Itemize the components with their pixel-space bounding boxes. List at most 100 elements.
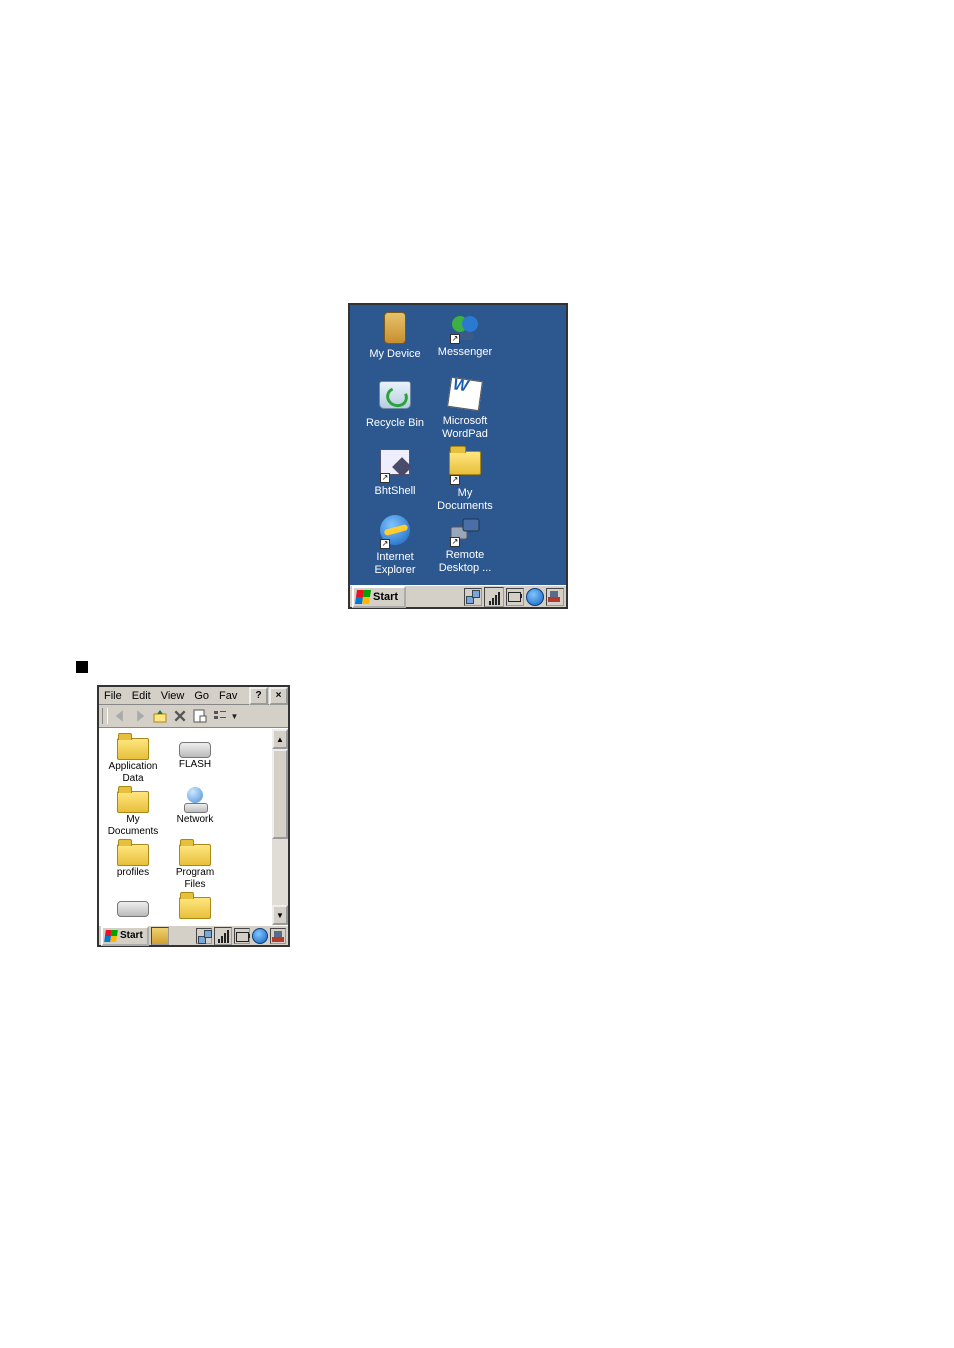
taskbar-app-slot[interactable] [151,927,169,945]
menu-view[interactable]: View [156,689,190,703]
folder-icon [117,738,149,760]
file-pane-wrap: Application DataFLASH My DocumentsNetwork… [99,728,288,925]
menu-go[interactable]: Go [189,689,214,703]
remote-icon: ↗ [448,513,482,547]
file-label: My Documents [103,814,163,838]
bullet-marker [76,661,88,673]
ie-tray-icon[interactable] [526,588,544,606]
close-button[interactable]: × [269,687,288,705]
views-dropdown[interactable]: ▼ [230,712,239,721]
folder-icon [117,844,149,866]
explorer-tray [196,927,286,945]
taskbar: Start [350,585,566,607]
explorer-window: File Edit View Go Fav ? × ▼ Appli [97,685,290,947]
network-tray-icon[interactable] [464,588,482,606]
drive-icon [117,901,149,917]
ie-tray-icon[interactable] [252,928,268,944]
desktop-icon-bhtshell[interactable]: ↗ BhtShell [360,445,430,498]
network-tray-icon[interactable] [196,928,212,944]
scroll-track[interactable] [272,749,288,905]
file-item-profiles[interactable]: profiles [103,840,163,879]
desktop-icon-messenger[interactable]: ↗ Messenger [430,310,500,359]
file-item-application-data[interactable]: Application Data [103,734,163,785]
file-pane[interactable]: Application DataFLASH My DocumentsNetwork… [99,729,272,925]
menu-edit[interactable]: Edit [127,689,156,703]
connection-tray-icon[interactable] [270,928,286,944]
up-button[interactable] [150,706,170,726]
vertical-scrollbar[interactable]: ▲ ▼ [272,729,288,925]
file-label: Network [165,814,225,826]
folder-icon [179,897,211,919]
delete-button[interactable] [170,706,190,726]
folder-icon [117,791,149,813]
file-item-folder-extra[interactable] [165,893,225,920]
menu-bar: File Edit View Go Fav ? × [99,687,288,705]
icon-label: Remote Desktop ... [430,549,500,575]
start-button[interactable]: Start [352,586,406,608]
explorer-taskbar: Start [99,925,288,945]
scroll-thumb[interactable] [272,749,288,839]
desktop-icon-recycle-bin[interactable]: Recycle Bin [360,377,430,430]
file-label: Application Data [103,761,163,785]
recycle-icon [378,381,412,415]
device-icon [378,312,412,346]
scroll-up-button[interactable]: ▲ [272,729,288,749]
bhtshell-icon: ↗ [378,449,412,483]
file-label: profiles [103,867,163,879]
shortcut-overlay-icon: ↗ [450,334,460,344]
icon-label: My Documents [430,487,500,513]
system-tray [464,587,564,607]
start-label: Start [120,930,143,941]
views-button[interactable] [210,706,230,726]
icon-label: My Device [360,348,430,361]
shortcut-overlay-icon: ↗ [450,475,460,485]
shortcut-overlay-icon: ↗ [450,537,460,547]
windows-flag-icon [104,930,118,942]
toolbar: ▼ [99,705,288,728]
icon-label: BhtShell [360,485,430,498]
file-item-my-documents-f[interactable]: My Documents [103,787,163,838]
folder-icon: ↗ [448,451,482,485]
desktop-area[interactable]: My Device ↗ Messenger Recycle BinMicrosoft … [350,305,566,585]
toolbar-gripper[interactable] [102,708,108,724]
desktop-window: My Device ↗ Messenger Recycle BinMicrosoft … [348,303,568,609]
folder-icon [179,844,211,866]
back-button[interactable] [110,706,130,726]
desktop-icon-internet-explorer[interactable]: ↗ Internet Explorer [360,513,430,577]
desktop-icon-my-device[interactable]: My Device [360,310,430,361]
help-button[interactable]: ? [249,687,268,705]
messenger-icon: ↗ [448,310,482,344]
desktop-icon-my-documents[interactable]: ↗ My Documents [430,445,500,513]
windows-flag-icon [355,590,371,604]
shortcut-overlay-icon: ↗ [380,539,390,549]
shortcut-overlay-icon: ↗ [380,473,390,483]
icon-label: Messenger [430,346,500,359]
file-item-program-files[interactable]: Program Files [165,840,225,891]
ie-icon: ↗ [378,515,412,549]
scroll-down-button[interactable]: ▼ [272,905,288,925]
file-label: Program Files [165,867,225,891]
file-item-drive-2[interactable] [103,893,163,918]
signal-tray-icon[interactable] [484,587,504,607]
menu-file[interactable]: File [99,689,127,703]
explorer-start-button[interactable]: Start [101,926,149,946]
file-item-network[interactable]: Network [165,787,225,826]
icon-label: Internet Explorer [360,551,430,577]
wordpad-icon [448,379,482,413]
forward-button[interactable] [130,706,150,726]
drive-icon [179,742,211,758]
icon-label: Microsoft WordPad [430,415,500,441]
properties-button[interactable] [190,706,210,726]
file-label: FLASH [165,759,225,771]
battery-tray-icon[interactable] [234,928,250,944]
battery-tray-icon[interactable] [506,588,524,606]
file-item-flash[interactable]: FLASH [165,734,225,771]
signal-tray-icon[interactable] [214,927,232,945]
desktop-icon-remote-desktop[interactable]: ↗ Remote Desktop ... [430,513,500,575]
icon-label: Recycle Bin [360,417,430,430]
start-label: Start [373,591,398,603]
network-icon [179,787,211,813]
menu-fav[interactable]: Fav [214,689,242,703]
connection-tray-icon[interactable] [546,588,564,606]
desktop-icon-microsoft-wordpad[interactable]: Microsoft WordPad [430,377,500,441]
